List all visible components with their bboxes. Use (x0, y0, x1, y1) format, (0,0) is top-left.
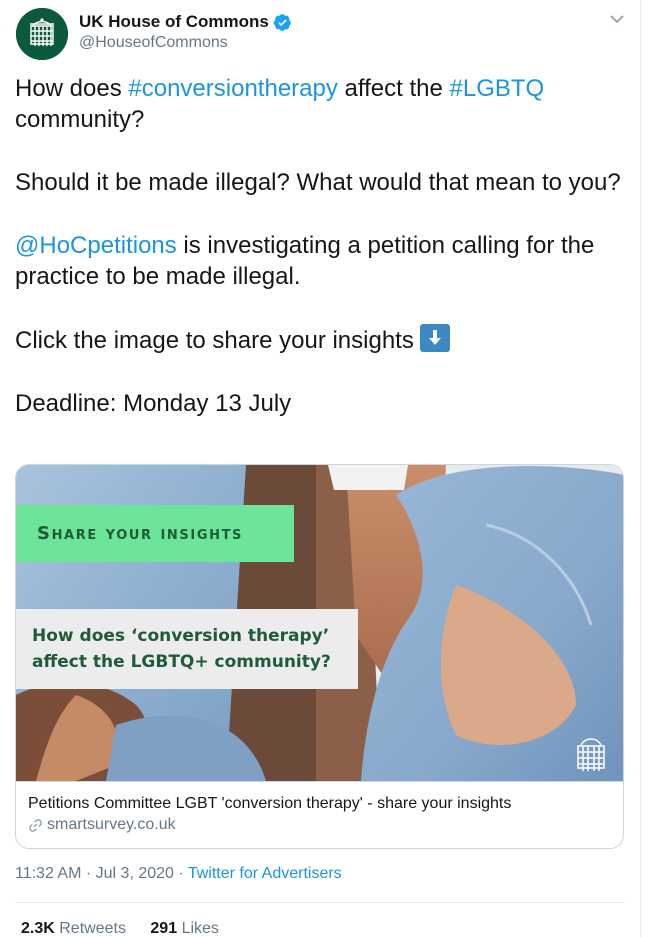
avatar[interactable] (16, 8, 68, 60)
name-row: UK House of Commons (79, 12, 292, 32)
text-fragment: affect the (337, 75, 450, 102)
card-image[interactable]: Share your insights How does ‘conversion… (16, 465, 623, 781)
separator: · (173, 865, 188, 882)
handle[interactable]: @HouseofCommons (79, 34, 228, 52)
card-title: Petitions Committee LGBT 'conversion the… (28, 795, 512, 812)
hashtag-link[interactable]: #LGBTQ (450, 75, 545, 102)
share-insights-banner: Share your insights (16, 505, 294, 562)
tweet-paragraph: Deadline: Monday 13 July (15, 390, 292, 417)
timeline-border (640, 0, 641, 937)
text-fragment: community? (15, 106, 145, 133)
card-domain-text: smartsurvey.co.uk (47, 816, 176, 833)
banner-heading: Share your insights (37, 523, 243, 544)
banner-question: How does ‘conversion therapy’ affect the… (32, 626, 331, 672)
retweets-label: Retweets (59, 920, 126, 937)
link-card[interactable]: Share your insights How does ‘conversion… (15, 464, 624, 849)
retweets-count: 2.3K (21, 920, 55, 937)
engagement-stats: 2.3K Retweets 291 Likes (21, 920, 219, 937)
portcullis-icon (577, 738, 605, 771)
tweet-header: UK House of Commons @HouseofCommons (16, 8, 626, 60)
down-arrow-emoji-icon (419, 324, 450, 352)
mention-link[interactable]: @HoCpetitions (15, 232, 177, 259)
card-domain: smartsurvey.co.uk (28, 816, 623, 834)
tweet-paragraph: Click the image to share your insights (15, 324, 630, 356)
tweet-source-link[interactable]: Twitter for Advertisers (188, 865, 342, 882)
separator: · (81, 865, 96, 882)
tweet-paragraph: Should it be made illegal? What would th… (15, 169, 621, 196)
hashtag-link[interactable]: #conversiontherapy (128, 75, 337, 102)
link-icon (29, 818, 42, 832)
tweet-paragraph: @HoCpetitions is investigating a petitio… (15, 230, 630, 292)
tweet-metadata: 11:32 AM · Jul 3, 2020 · Twitter for Adv… (15, 865, 342, 883)
likes-stat[interactable]: 291 Likes (150, 920, 219, 937)
verified-badge-icon (273, 13, 291, 31)
display-name[interactable]: UK House of Commons (79, 12, 269, 32)
likes-count: 291 (150, 920, 178, 937)
question-banner: How does ‘conversion therapy’ affect the… (16, 609, 358, 689)
tweet-date[interactable]: Jul 3, 2020 (96, 865, 174, 882)
text-fragment: Click the image to share your insights (15, 327, 414, 354)
retweets-stat[interactable]: 2.3K Retweets (21, 920, 126, 937)
tweet-time[interactable]: 11:32 AM (15, 865, 81, 882)
divider (15, 902, 625, 903)
portcullis-icon (16, 8, 68, 60)
chevron-down-icon[interactable] (608, 10, 626, 28)
tweet-text: How does #conversiontherapy affect the #… (15, 73, 630, 419)
likes-label: Likes (181, 920, 219, 937)
text-fragment: How does (15, 75, 129, 102)
card-meta[interactable]: Petitions Committee LGBT 'conversion the… (16, 781, 623, 848)
tweet-paragraph: How does #conversiontherapy affect the #… (15, 73, 630, 135)
